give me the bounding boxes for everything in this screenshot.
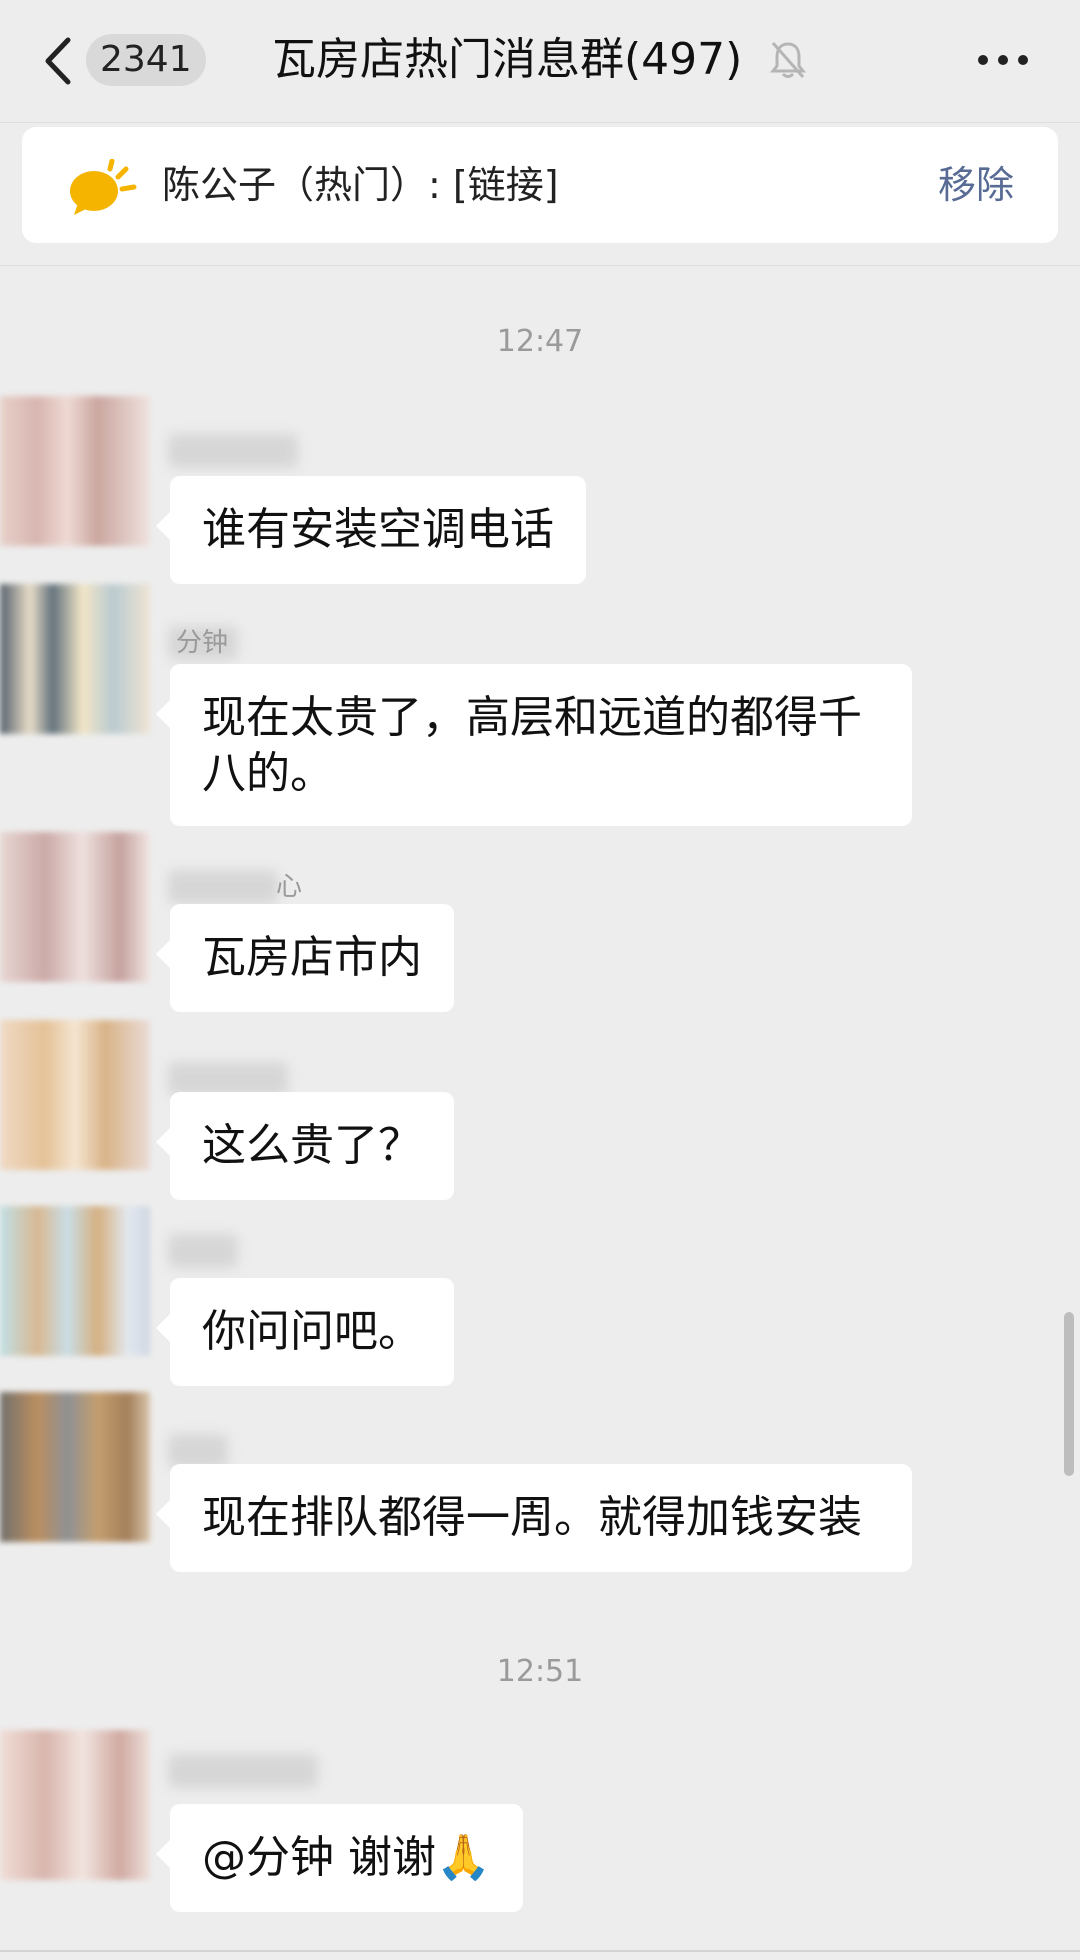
message-bubble[interactable]: 瓦房店市内	[156, 904, 454, 1012]
sender-name-text: 分钟	[176, 628, 229, 658]
sender-name	[168, 870, 278, 904]
pinned-message-card[interactable]: 陈公子（热门）: [链接] 移除	[22, 127, 1058, 243]
avatar[interactable]	[0, 1392, 150, 1542]
chat-header: 2341 瓦房店热门消息群(497)	[0, 0, 1080, 122]
message-bubble[interactable]: 这么贵了？	[156, 1092, 454, 1200]
timestamp: 12:51	[496, 1654, 584, 1689]
divider	[0, 1950, 1080, 1952]
sender-name	[168, 1062, 288, 1096]
sender-name	[168, 1434, 228, 1468]
more-dots-icon[interactable]	[976, 52, 1030, 68]
avatar[interactable]	[0, 1206, 150, 1356]
avatar[interactable]	[0, 1730, 150, 1880]
timestamp: 12:47	[496, 324, 584, 359]
message-bubble[interactable]: @分钟 谢谢🙏	[156, 1804, 523, 1912]
message-bubble[interactable]: 你问问吧。	[156, 1278, 454, 1386]
avatar[interactable]	[0, 396, 150, 546]
remove-pinned-button[interactable]: 移除	[938, 155, 1014, 215]
avatar[interactable]	[0, 832, 150, 982]
sender-name-text: 心	[276, 872, 303, 902]
chevron-left-icon[interactable]	[40, 36, 74, 86]
sender-name	[168, 434, 298, 468]
speech-bubble-icon	[70, 159, 137, 215]
pinned-message-text: 陈公子（热门）: [链接]	[162, 163, 559, 207]
unread-count-badge[interactable]: 2341	[86, 34, 206, 86]
avatar[interactable]	[0, 584, 150, 734]
message-bubble[interactable]: 谁有安装空调电话	[156, 476, 586, 584]
chat-title: 瓦房店热门消息群(497)	[272, 34, 743, 85]
message-bubble[interactable]: 现在太贵了，高层和远道的都得千八的。	[156, 664, 912, 826]
message-bubble[interactable]: 现在排队都得一周。就得加钱安装	[156, 1464, 912, 1572]
scrollbar[interactable]	[1064, 1312, 1074, 1476]
pinned-bar: 陈公子（热门）: [链接] 移除	[0, 122, 1080, 266]
sender-name	[168, 1234, 238, 1268]
avatar[interactable]	[0, 1020, 150, 1170]
bell-off-icon	[770, 42, 806, 78]
sender-name	[168, 1754, 318, 1788]
